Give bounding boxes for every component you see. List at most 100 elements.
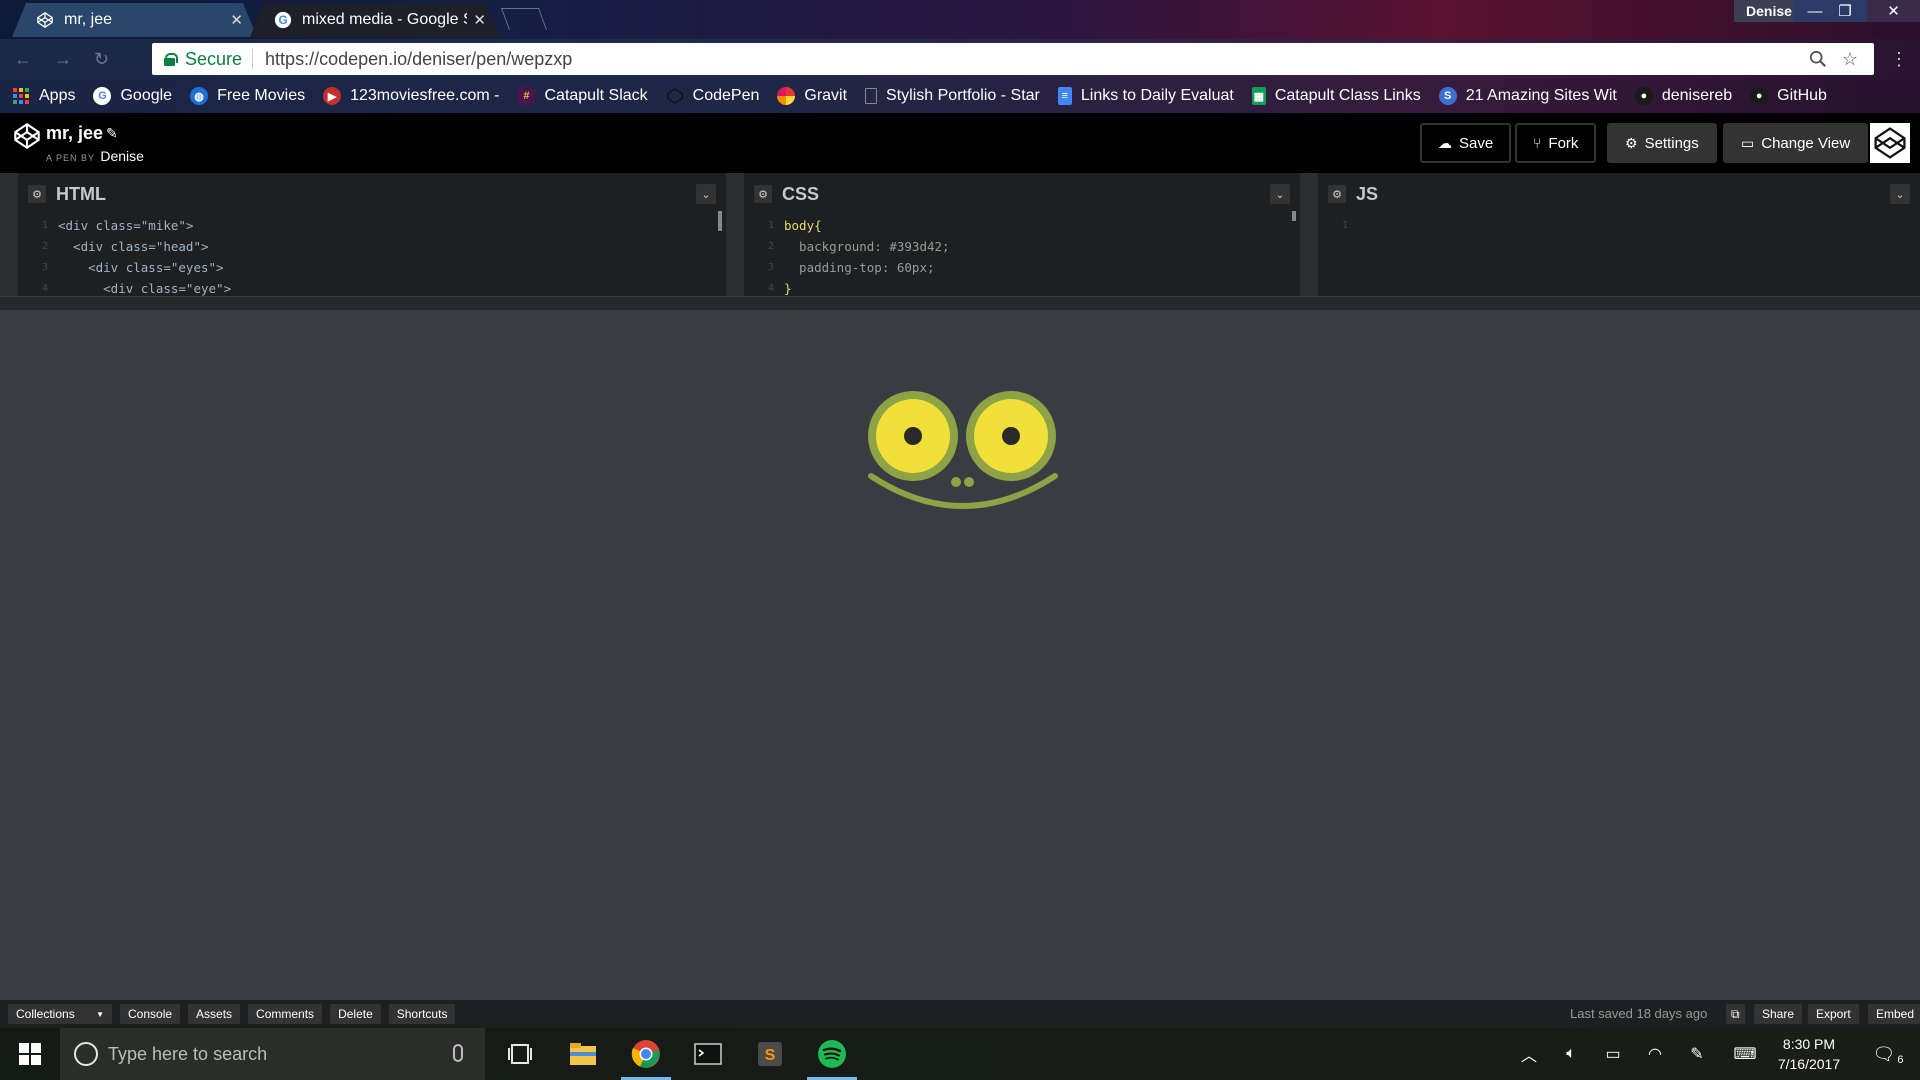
file-explorer-icon[interactable] bbox=[552, 1028, 614, 1080]
left-nostril bbox=[951, 477, 961, 487]
codepen-logo-icon[interactable] bbox=[14, 123, 40, 149]
action-center-icon[interactable]: 🗨︎ 6 bbox=[1866, 1028, 1910, 1080]
taskbar-search[interactable]: Type here to search bbox=[60, 1028, 485, 1080]
scrollbar[interactable] bbox=[718, 211, 722, 231]
menu-icon[interactable]: ⋮ bbox=[1890, 49, 1910, 69]
bookmark-github[interactable]: ● GitHub bbox=[1750, 87, 1827, 105]
terminal-icon[interactable] bbox=[677, 1028, 739, 1080]
svg-text:G: G bbox=[278, 14, 287, 27]
embed-button[interactable]: Embed bbox=[1868, 1004, 1920, 1024]
code-text: <div class="mike"> bbox=[58, 218, 194, 233]
clock[interactable]: 8:30 PM 7/16/2017 bbox=[1762, 1034, 1856, 1074]
chrome-taskbar-icon[interactable] bbox=[615, 1028, 677, 1080]
address-bar[interactable]: Secure https://codepen.io/deniser/pen/we… bbox=[152, 43, 1874, 75]
panel-divider[interactable] bbox=[726, 173, 744, 310]
bookmark-google[interactable]: G Google bbox=[93, 87, 172, 105]
panel-divider[interactable] bbox=[1300, 173, 1318, 310]
keyboard-icon[interactable]: ⌨ bbox=[1728, 1028, 1762, 1080]
task-view-icon[interactable] bbox=[489, 1028, 551, 1080]
bookmark-catapult-class-links[interactable]: ▦ Catapult Class Links bbox=[1251, 87, 1421, 105]
gear-icon[interactable]: ⚙ bbox=[1328, 185, 1346, 203]
close-window-icon[interactable]: ✕ bbox=[1867, 0, 1920, 22]
svg-text:S: S bbox=[765, 1047, 776, 1064]
result-preview[interactable] bbox=[0, 310, 1920, 1000]
code-area[interactable]: 1 <div class="mike"> 2 <div class="head">… bbox=[18, 215, 726, 299]
fork-label: Fork bbox=[1548, 134, 1579, 152]
bookmark-apps[interactable]: Apps bbox=[12, 87, 75, 105]
reload-icon[interactable]: ↻ bbox=[94, 49, 114, 69]
code-area[interactable]: 1 bbox=[1318, 215, 1920, 236]
volume-icon[interactable]: 🔈︎ bbox=[1556, 1028, 1586, 1080]
bookmark-denisereb[interactable]: ● denisereb bbox=[1634, 87, 1732, 105]
avatar[interactable] bbox=[1870, 123, 1910, 163]
tab-title: mr, jee bbox=[64, 11, 113, 28]
bookmark-free-movies[interactable]: ◍ Free Movies bbox=[190, 87, 305, 105]
wifi-icon[interactable]: ◠ bbox=[1640, 1028, 1670, 1080]
back-icon[interactable]: ← bbox=[14, 49, 34, 69]
chevron-down-icon[interactable]: ⌄ bbox=[1890, 184, 1910, 204]
settings-button[interactable]: ⚙ Settings bbox=[1607, 123, 1717, 163]
panel-divider[interactable] bbox=[0, 173, 18, 310]
tab-mr-jee[interactable]: mr, jee ✕ bbox=[12, 3, 257, 37]
line-number: 2 bbox=[767, 241, 774, 252]
zoom-icon[interactable] bbox=[1806, 47, 1830, 71]
js-editor[interactable]: ⚙ JS ⌄ 1 bbox=[1318, 173, 1920, 310]
bookmark-daily-evaluation[interactable]: ≡ Links to Daily Evaluat bbox=[1057, 87, 1234, 105]
line-number: 3 bbox=[41, 262, 48, 273]
bookmark-label: Free Movies bbox=[217, 87, 306, 104]
delete-button[interactable]: Delete bbox=[330, 1004, 381, 1024]
share-button[interactable]: Share bbox=[1754, 1004, 1803, 1024]
bookmark-codepen[interactable]: CodePen bbox=[666, 87, 759, 105]
shortcuts-button[interactable]: Shortcuts bbox=[388, 1004, 456, 1024]
close-tab-icon[interactable]: ✕ bbox=[230, 11, 243, 29]
spotify-icon[interactable] bbox=[801, 1028, 863, 1080]
author-link[interactable]: Denise bbox=[100, 148, 144, 164]
console-button[interactable]: Console bbox=[120, 1004, 181, 1024]
bookmark-catapult-slack[interactable]: # Catapult Slack bbox=[517, 87, 648, 105]
chevron-down-icon[interactable]: ⌄ bbox=[1270, 184, 1290, 204]
github-icon: ● bbox=[1750, 87, 1769, 105]
edit-pencil-icon[interactable]: ✎ bbox=[106, 125, 118, 142]
gravit-icon bbox=[777, 87, 796, 105]
bookmark-stylish-portfolio[interactable]: Stylish Portfolio - Star bbox=[865, 87, 1040, 105]
forward-icon[interactable]: → bbox=[54, 49, 74, 69]
chevron-up-icon[interactable]: ︿ bbox=[1516, 1028, 1542, 1080]
microphone-icon[interactable] bbox=[453, 1044, 463, 1062]
bookmark-label: Catapult Slack bbox=[544, 87, 648, 104]
pen-icon[interactable]: ✎ bbox=[1682, 1028, 1712, 1080]
comments-button[interactable]: Comments bbox=[248, 1004, 323, 1024]
collections-dropdown[interactable]: Collections ▼ bbox=[8, 1004, 112, 1024]
pen-title[interactable]: mr, jee bbox=[46, 123, 103, 144]
scrollbar[interactable] bbox=[1292, 211, 1296, 221]
assets-button[interactable]: Assets bbox=[188, 1004, 241, 1024]
sublime-text-icon[interactable]: S bbox=[739, 1028, 801, 1080]
line-number: 3 bbox=[767, 262, 774, 273]
save-button[interactable]: ☁ Save bbox=[1420, 123, 1512, 163]
clock-time: 8:30 PM bbox=[1782, 1036, 1836, 1052]
close-tab-icon[interactable]: ✕ bbox=[473, 11, 486, 29]
new-tab-button[interactable] bbox=[500, 8, 548, 30]
css-editor[interactable]: ⚙ CSS ⌄ 1 body{ 2 background: #393d42; 3 … bbox=[744, 173, 1300, 310]
google-icon: G bbox=[93, 87, 112, 105]
start-button[interactable] bbox=[0, 1028, 60, 1080]
bookmark-label: Links to Daily Evaluat bbox=[1080, 87, 1234, 104]
fork-button[interactable]: ⑂ Fork bbox=[1515, 123, 1597, 163]
change-view-button[interactable]: ▭ Change View bbox=[1723, 123, 1869, 163]
html-editor[interactable]: ⚙ HTML ⌄ 1 <div class="mike"> 2 <div clas… bbox=[18, 173, 726, 310]
gear-icon[interactable]: ⚙ bbox=[28, 185, 46, 203]
bookmark-123movies[interactable]: ▶ 123moviesfree.com - bbox=[323, 87, 499, 105]
preview-resize-handle[interactable] bbox=[0, 296, 1920, 310]
tab-mixed-media[interactable]: G mixed media - Google S ✕ bbox=[250, 3, 500, 37]
restore-icon[interactable]: ❐ bbox=[1823, 0, 1867, 22]
url-text[interactable]: https://codepen.io/deniser/pen/wepzxp bbox=[265, 49, 1798, 70]
bookmark-star-icon[interactable]: ☆ bbox=[1838, 47, 1862, 71]
bookmark-21-amazing-sites[interactable]: S 21 Amazing Sites Wit bbox=[1438, 87, 1617, 105]
gear-icon[interactable]: ⚙ bbox=[754, 185, 772, 203]
line-number: 1 bbox=[767, 220, 774, 231]
chevron-down-icon[interactable]: ⌄ bbox=[696, 184, 716, 204]
export-button[interactable]: Export bbox=[1808, 1004, 1859, 1024]
battery-icon[interactable]: ▭ bbox=[1598, 1028, 1628, 1080]
open-external-icon[interactable]: ⧉ bbox=[1726, 1004, 1745, 1024]
bookmark-gravit[interactable]: Gravit bbox=[777, 87, 847, 105]
code-area[interactable]: 1 body{ 2 background: #393d42; 3 padding-… bbox=[744, 215, 1300, 299]
